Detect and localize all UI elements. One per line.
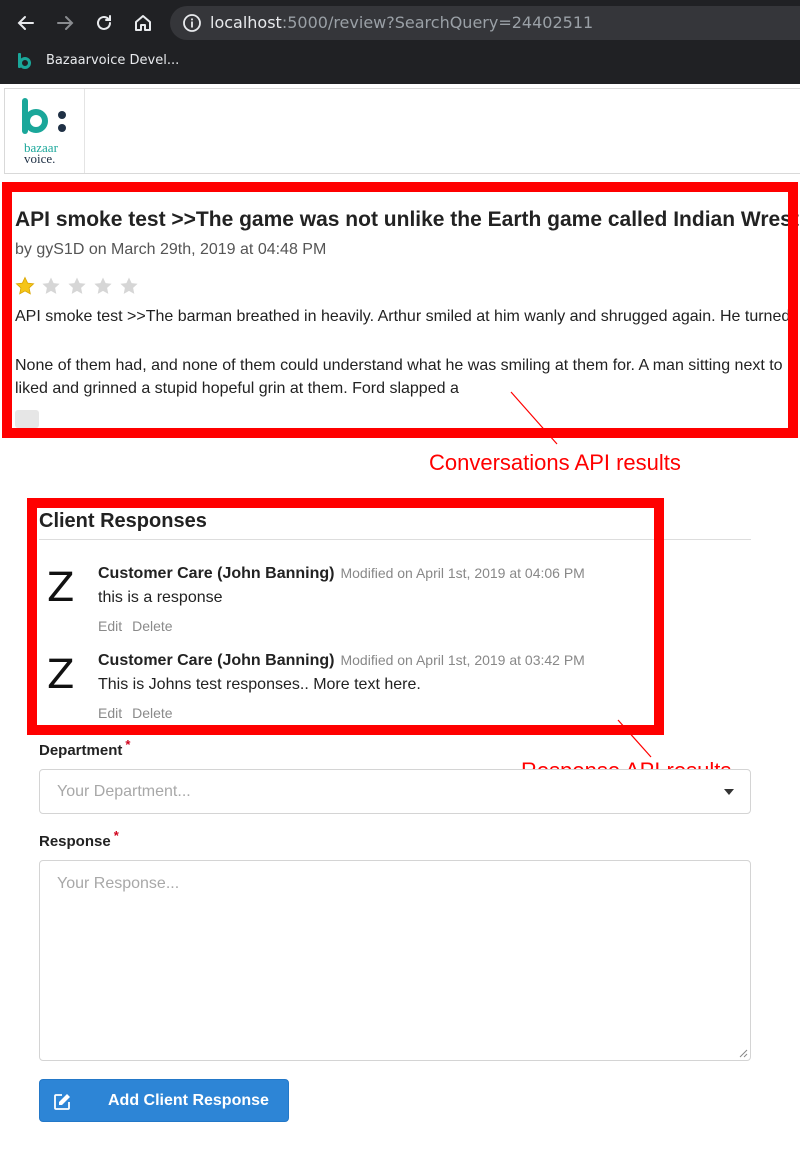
- required-mark: *: [125, 737, 131, 752]
- forward-arrow-icon[interactable]: [52, 10, 78, 36]
- bookmark-bazaarvoice[interactable]: Bazaarvoice Devel...: [46, 53, 179, 68]
- reload-icon[interactable]: [91, 10, 117, 36]
- url-path: :5000/review?SearchQuery=24402511: [281, 13, 594, 32]
- logo-line2: voice.: [24, 151, 55, 166]
- conversations-annotation-box: [2, 182, 798, 438]
- address-bar[interactable]: localhost:5000/review?SearchQuery=244025…: [170, 6, 800, 40]
- response-label: Response *: [39, 828, 119, 850]
- add-client-response-label: Add Client Response: [108, 1092, 269, 1109]
- response-label-text: Response: [39, 833, 111, 850]
- home-icon[interactable]: [130, 10, 156, 36]
- back-arrow-icon[interactable]: [13, 10, 39, 36]
- url-host: localhost: [210, 13, 282, 32]
- department-placeholder: Your Department...: [57, 783, 191, 800]
- url-text[interactable]: localhost:5000/review?SearchQuery=244025…: [210, 13, 593, 32]
- responses-annotation-box: [27, 498, 664, 735]
- response-textarea[interactable]: [39, 860, 751, 1061]
- bazaarvoice-favicon-icon: [16, 52, 32, 70]
- info-icon[interactable]: [182, 13, 202, 33]
- required-mark: *: [113, 828, 119, 843]
- site-header: bazaar voice.: [4, 88, 800, 174]
- edit-icon: [52, 1092, 72, 1112]
- conversations-annotation-label: Conversations API results: [429, 450, 681, 475]
- resize-grip-icon[interactable]: [738, 1048, 748, 1058]
- add-client-response-button[interactable]: Add Client Response: [39, 1079, 289, 1122]
- browser-chrome: localhost:5000/review?SearchQuery=244025…: [0, 0, 800, 84]
- department-select[interactable]: Your Department...: [39, 769, 751, 814]
- caret-down-icon: [724, 789, 734, 795]
- bazaarvoice-logo[interactable]: bazaar voice.: [5, 89, 85, 173]
- department-label-text: Department: [39, 742, 123, 759]
- department-label: Department *: [39, 737, 130, 759]
